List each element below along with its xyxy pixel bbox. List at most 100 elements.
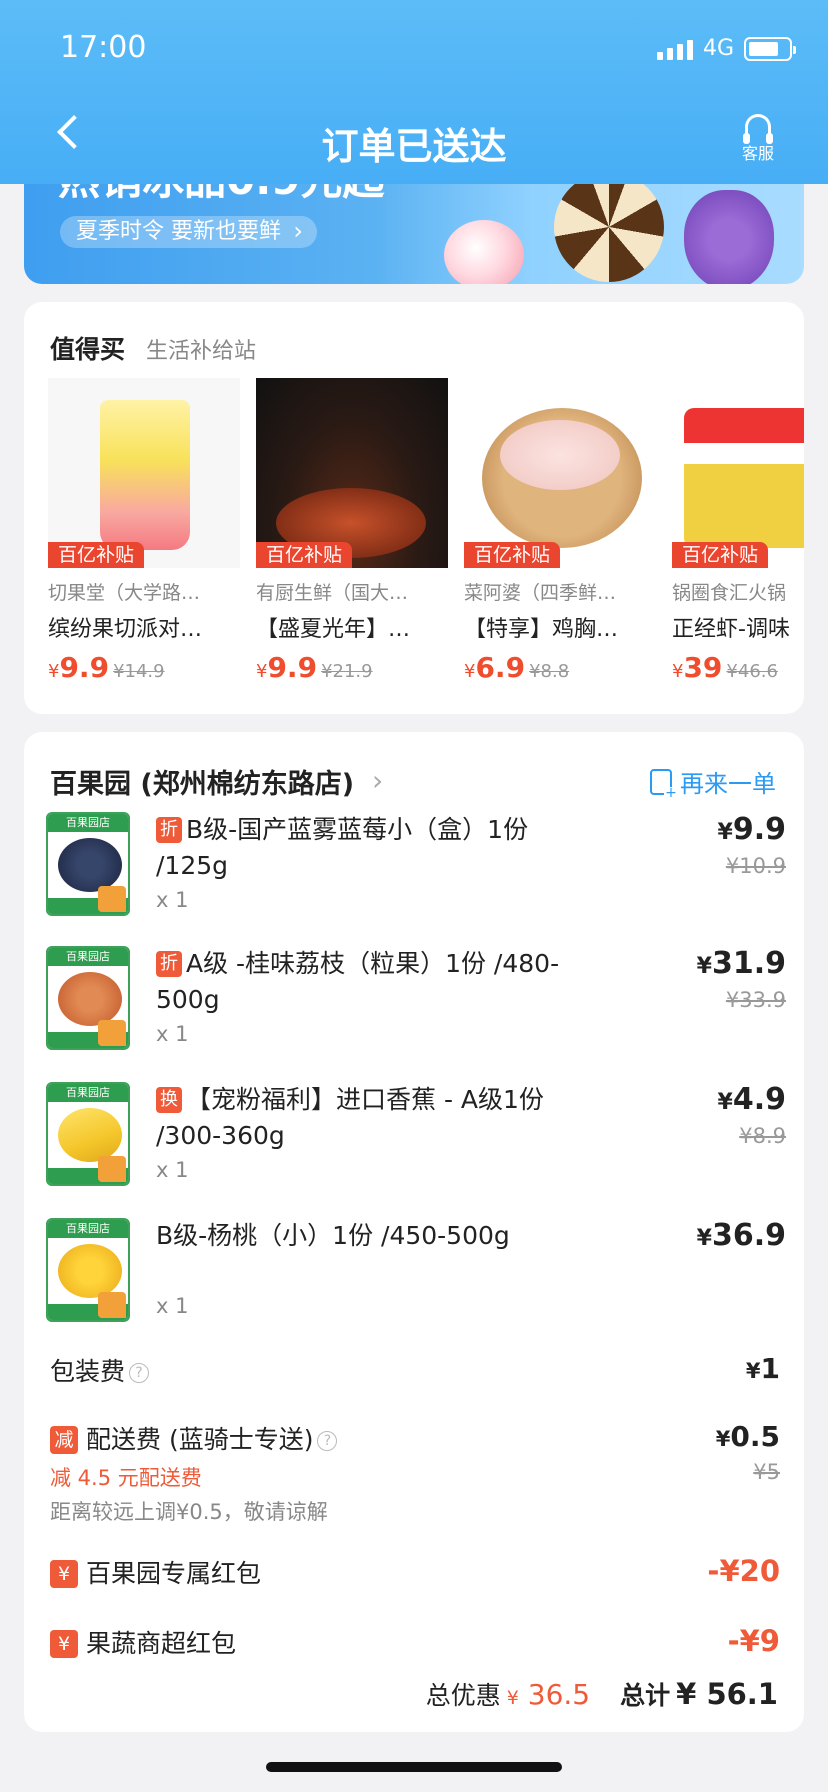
product-shop: 菜阿婆（四季鲜… — [464, 582, 617, 604]
item-quantity: x 1 — [156, 1294, 189, 1318]
product-price: ¥6.9 ¥8.8 — [464, 651, 570, 684]
signal-icon — [656, 38, 693, 60]
value-buy-item[interactable]: 百亿补贴 锅圈食汇火锅 正经虾-调味 ¥39 ¥46.6 — [672, 378, 804, 684]
subsidy-badge: 百亿补贴 — [464, 542, 561, 568]
item-price: ¥4.9 — [717, 1082, 786, 1117]
status-time: 17:00 — [60, 30, 147, 65]
product-name: 缤纷果切派对… — [48, 617, 203, 642]
value-buy-item[interactable]: 百亿补贴 菜阿婆（四季鲜… 【特享】鸡胸… ¥6.9 ¥8.8 — [464, 378, 656, 684]
product-name: 正经虾-调味 — [672, 617, 790, 642]
item-name: 折 B级-国产蓝雾蓝莓小（盒）1份 /125g — [156, 815, 529, 880]
peach-image — [444, 220, 524, 284]
chevron-right-icon[interactable]: › — [372, 764, 383, 797]
item-price: ¥9.9 — [717, 812, 786, 847]
coupon-row: ¥ 百果园专属红包 -¥20 — [50, 1554, 780, 1590]
item-name: 换【宠粉福利】进口香蕉 - A级1份 /300-360g — [156, 1085, 544, 1150]
item-quantity: x 1 — [156, 1158, 189, 1182]
packaging-fee-label: 包装费 — [50, 1357, 126, 1386]
red-packet-icon: ¥ — [50, 1560, 78, 1588]
page-title: 订单已送达 — [321, 125, 507, 168]
total-label: 总计 — [620, 1681, 671, 1710]
order-item[interactable]: 百果园店 换【宠粉福利】进口香蕉 - A级1份 /300-360g x 1 ¥4… — [46, 1082, 786, 1212]
item-name: B级-杨桃（小）1份 /450-500g — [156, 1221, 510, 1250]
help-icon[interactable]: ? — [317, 1431, 338, 1451]
order-summary: 总优惠 ¥ 36.5 总计 ¥ 56.1 — [426, 1676, 778, 1712]
reorder-icon — [650, 768, 678, 801]
delivery-fee-row: 减配送费 (蓝骑士专送)? 减 4.5 元配送费 距离较远上调¥0.5，敬请谅解… — [50, 1420, 780, 1526]
product-name: 【特享】鸡胸… — [464, 617, 619, 642]
home-indicator[interactable] — [266, 1762, 562, 1772]
product-thumbnail: 百果园店 — [46, 812, 130, 916]
product-price: ¥9.9 ¥21.9 — [256, 651, 373, 684]
network-type: 4G — [702, 36, 734, 61]
coupon-label: 果蔬商超红包 — [86, 1629, 237, 1658]
coupon-value: -¥20 — [707, 1554, 780, 1588]
value-buy-list[interactable]: 百亿补贴 切果堂（大学路… 缤纷果切派对… ¥9.9 ¥14.9 百亿补贴 有厨生… — [48, 378, 804, 698]
value-buy-item[interactable]: 百亿补贴 有厨生鲜（国大… 【盛夏光年】… ¥9.9 ¥21.9 — [256, 378, 448, 684]
item-name: 折 A级 -桂味荔枝（粒果）1份 /480-500g — [156, 949, 560, 1014]
order-item[interactable]: 百果园店 B级-杨桃（小）1份 /450-500g x 1 ¥36.9 — [46, 1218, 786, 1348]
value-buy-title: 值得买 — [50, 335, 126, 364]
subsidy-badge: 百亿补贴 — [672, 542, 769, 568]
item-original-price: ¥8.9 — [739, 1124, 786, 1148]
product-thumbnail: 百果园店 — [46, 1218, 130, 1322]
discount-flag: 折 — [156, 951, 182, 977]
subsidy-badge: 百亿补贴 — [48, 542, 145, 568]
item-price: ¥36.9 — [696, 1218, 786, 1253]
total-discount-label: 总优惠 — [425, 1681, 501, 1710]
product-shop: 切果堂（大学路… — [48, 582, 201, 604]
total-discount-value: ¥ 36.5 — [506, 1678, 591, 1711]
status-indicators: 4G — [656, 36, 796, 61]
shop-name[interactable]: 百果园 (郑州棉纺东路店) — [50, 762, 354, 801]
product-image: 百亿补贴 — [672, 378, 804, 568]
item-price: ¥31.9 — [696, 946, 786, 981]
reorder-button[interactable]: 再来一单 — [650, 764, 776, 801]
product-price: ¥39 ¥46.6 — [672, 651, 778, 684]
reorder-label: 再来一单 — [680, 770, 776, 798]
total-value: ¥ 56.1 — [676, 1677, 778, 1711]
product-price: ¥9.9 ¥14.9 — [48, 651, 165, 684]
banner-pill[interactable]: 夏季时令 要新也要鲜 — [60, 215, 317, 248]
item-quantity: x 1 — [156, 888, 189, 912]
subsidy-badge: 百亿补贴 — [256, 542, 353, 568]
delivery-surcharge-note: 距离较远上调¥0.5，敬请谅解 — [50, 1500, 328, 1524]
product-image: 百亿补贴 — [464, 378, 656, 568]
coupon-label: 百果园专属红包 — [86, 1559, 262, 1588]
item-original-price: ¥10.9 — [725, 854, 786, 878]
item-quantity: x 1 — [156, 1022, 189, 1046]
customer-service-label: 客服 — [741, 144, 774, 163]
product-image: 百亿补贴 — [48, 378, 240, 568]
delivery-discount-note: 减 4.5 元配送费 — [50, 1466, 202, 1490]
red-packet-icon: ¥ — [50, 1630, 78, 1658]
customer-service-button[interactable]: 客服 — [728, 114, 788, 170]
value-buy-item[interactable]: 百亿补贴 切果堂（大学路… 缤纷果切派对… ¥9.9 ¥14.9 — [48, 378, 240, 684]
order-detail-card: 百果园 (郑州棉纺东路店) › 再来一单 百果园店 折B级-国产蓝雾蓝莓小（盒）… — [24, 732, 804, 1732]
value-buy-subtitle: 生活补给站 — [146, 339, 257, 364]
value-buy-card: 值得买 生活补给站 百亿补贴 切果堂（大学路… 缤纷果切派对… ¥9.9 ¥14.… — [24, 302, 804, 714]
order-item[interactable]: 百果园店 折 A级 -桂味荔枝（粒果）1份 /480-500g x 1 ¥31.9… — [46, 946, 786, 1076]
exchange-flag: 换 — [156, 1087, 182, 1113]
product-shop: 有厨生鲜（国大… — [256, 582, 409, 604]
delivery-fee-label: 配送费 (蓝骑士专送) — [86, 1425, 314, 1454]
product-image: 百亿补贴 — [256, 378, 448, 568]
headset-icon — [743, 114, 773, 144]
battery-icon — [744, 36, 796, 61]
packaging-fee-value: ¥1 — [745, 1352, 780, 1385]
delivery-fee-value: ¥0.5 — [715, 1420, 780, 1453]
ice-cream-image — [554, 172, 664, 282]
coupon-value: -¥9 — [727, 1624, 780, 1658]
help-icon[interactable]: ? — [129, 1363, 150, 1383]
reduction-tag: 减 — [50, 1426, 78, 1454]
item-original-price: ¥33.9 — [725, 988, 786, 1012]
product-thumbnail: 百果园店 — [46, 946, 130, 1050]
order-item[interactable]: 百果园店 折 B级-国产蓝雾蓝莓小（盒）1份 /125g x 1 ¥9.9 ¥10… — [46, 812, 786, 942]
product-name: 【盛夏光年】… — [256, 617, 411, 642]
delivery-fee-original: ¥5 — [753, 1460, 780, 1484]
packaging-fee-row: 包装费? ¥1 — [50, 1352, 780, 1388]
product-thumbnail: 百果园店 — [46, 1082, 130, 1186]
discount-flag: 折 — [156, 817, 182, 843]
grape-image — [684, 190, 774, 284]
coupon-row: ¥ 果蔬商超红包 -¥9 — [50, 1624, 780, 1660]
product-shop: 锅圈食汇火锅 — [672, 582, 787, 604]
top-navigation-bar: 17:00 4G 订单已送达 客服 — [0, 0, 828, 184]
